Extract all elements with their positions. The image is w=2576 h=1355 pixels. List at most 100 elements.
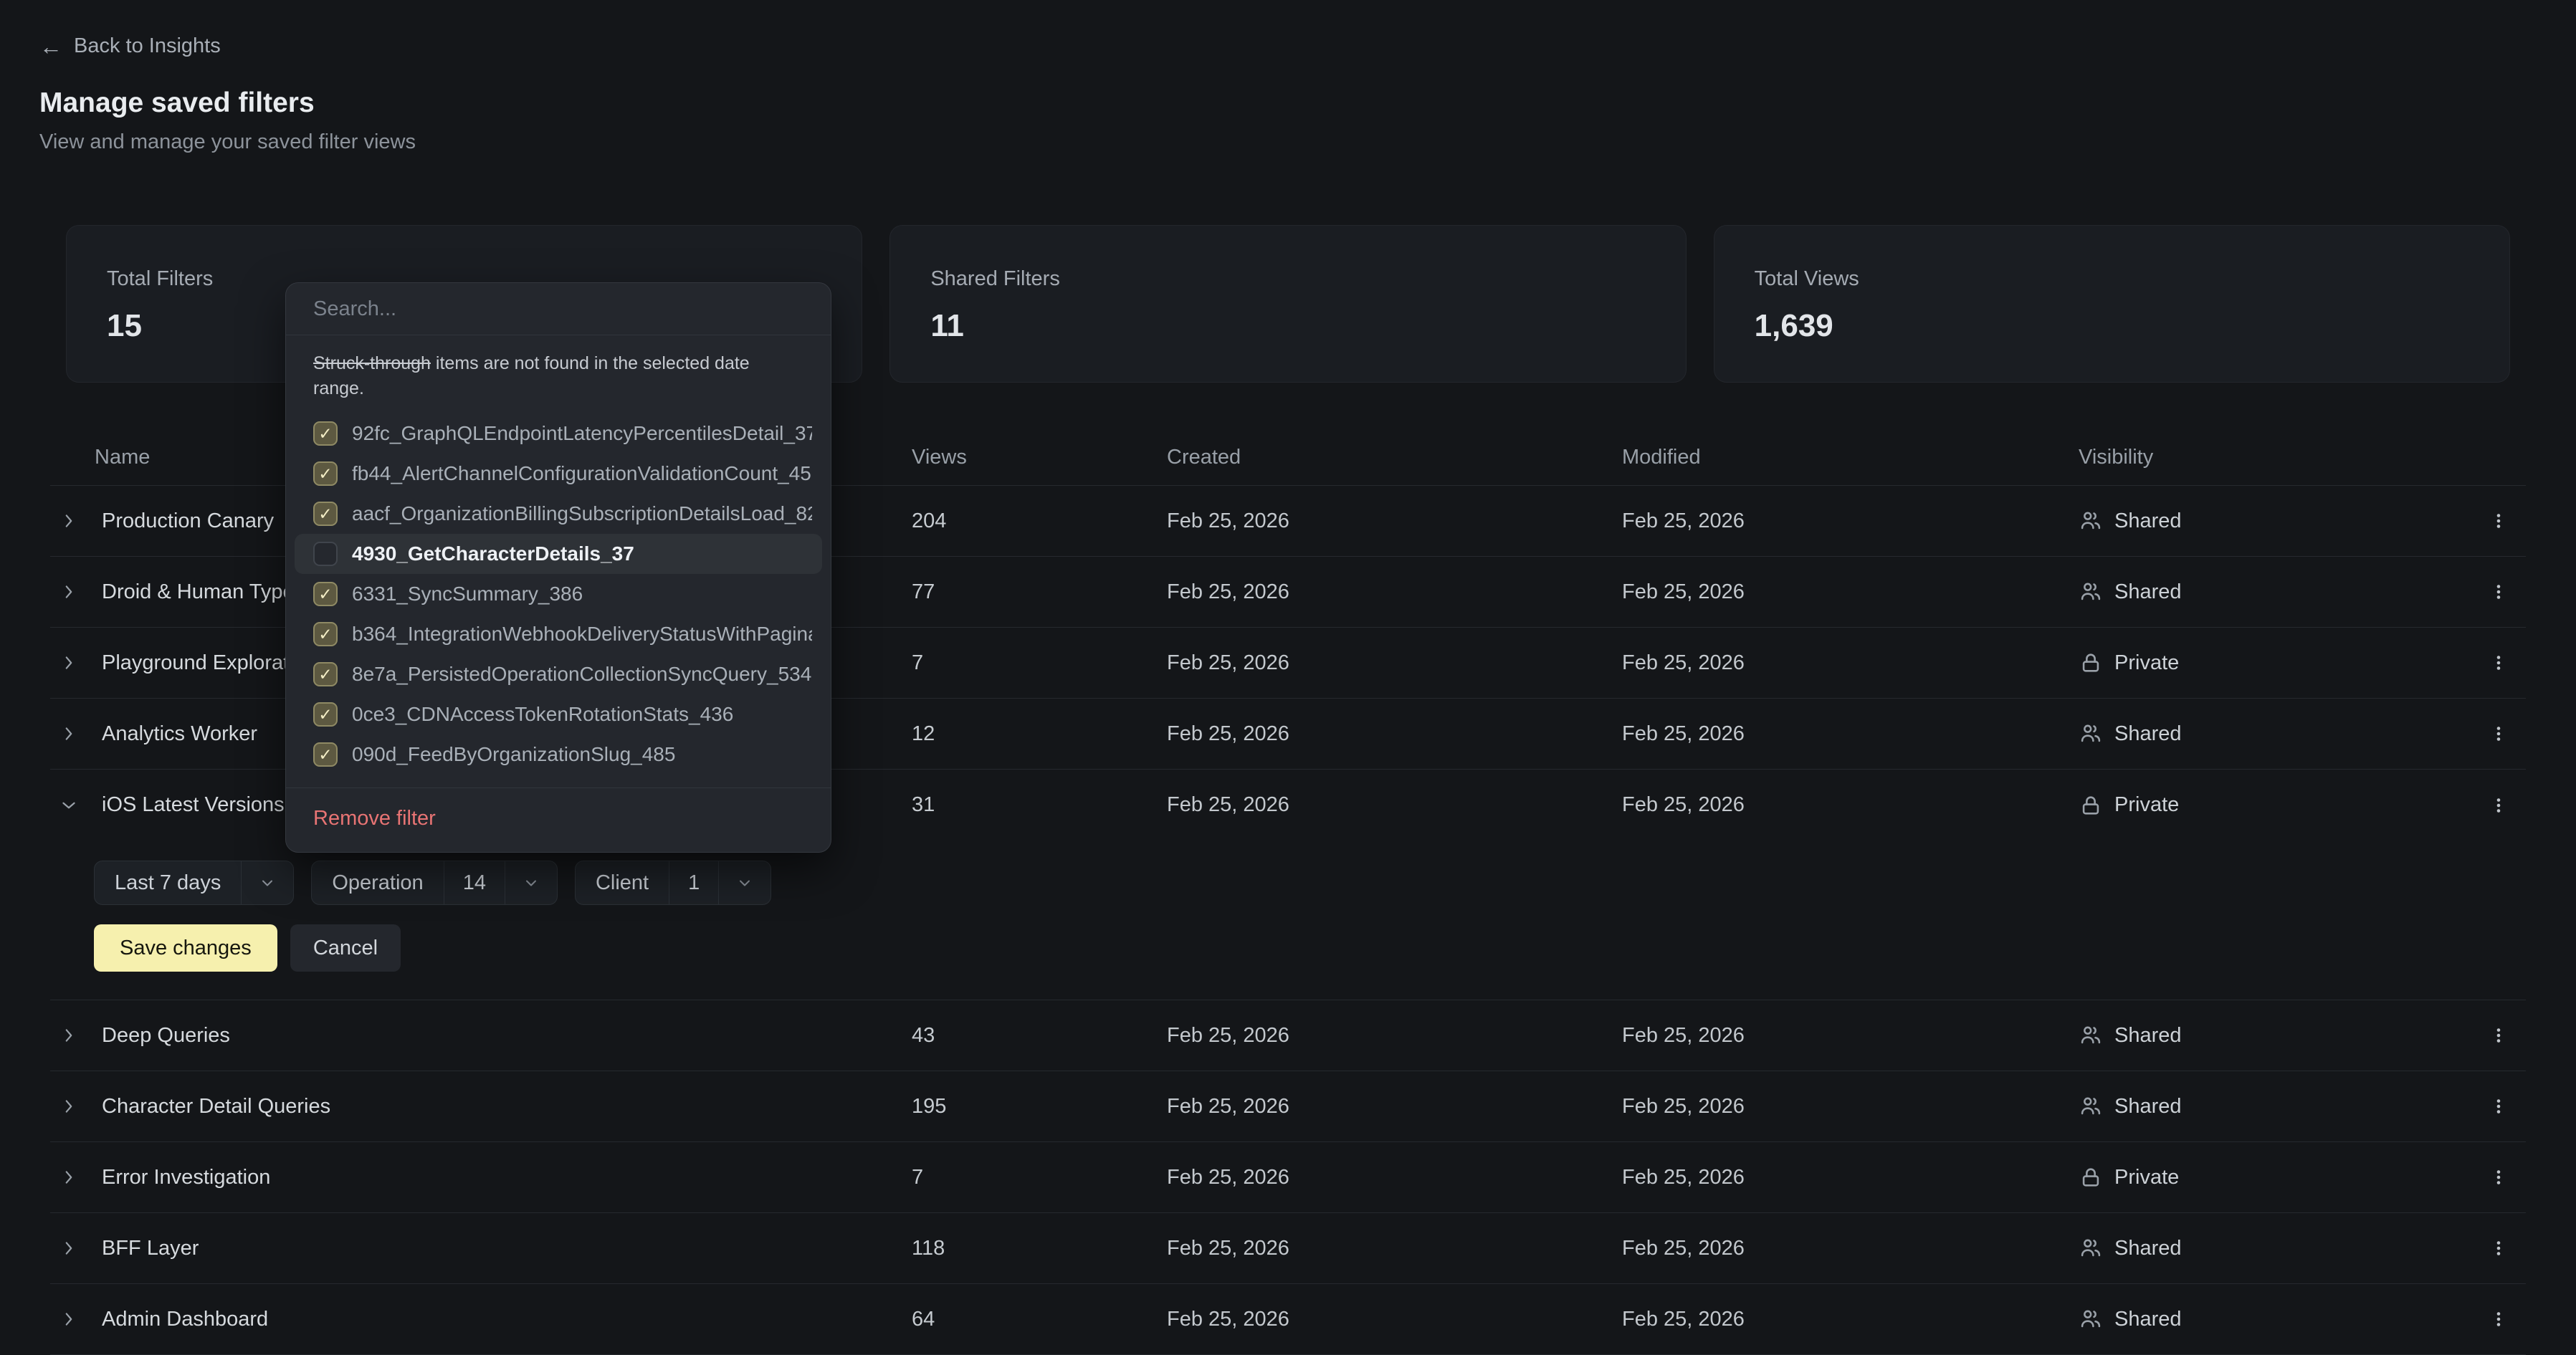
filter-option-row[interactable]: ✓ 4930_GetCharacterDetails_37 <box>295 534 822 574</box>
kebab-icon <box>2490 651 2507 675</box>
row-modified: Feb 25, 2026 <box>1622 1095 2079 1119</box>
page-title: Manage saved filters <box>39 87 315 119</box>
row-menu-button[interactable] <box>2481 501 2516 541</box>
row-name-cell: BFF Layer <box>50 1234 912 1263</box>
row-views: 204 <box>912 509 1167 533</box>
people-icon <box>2079 1023 2103 1048</box>
visibility-label: Shared <box>2114 1237 2182 1260</box>
checkbox-icon[interactable]: ✓ <box>313 702 338 727</box>
row-menu-button[interactable] <box>2481 1086 2516 1126</box>
row-menu-button[interactable] <box>2481 785 2516 825</box>
row-expand-button[interactable] <box>54 648 83 677</box>
row-modified: Feb 25, 2026 <box>1622 722 2079 746</box>
checkbox-icon[interactable]: ✓ <box>313 742 338 767</box>
row-views: 118 <box>912 1237 1167 1260</box>
row-menu-button[interactable] <box>2481 1157 2516 1197</box>
kebab-icon <box>2490 1023 2507 1048</box>
row-created: Feb 25, 2026 <box>1167 793 1622 817</box>
filter-chip-label: Operation <box>312 871 443 895</box>
row-menu-button[interactable] <box>2481 572 2516 612</box>
filter-option-label: b364_IntegrationWebhookDeliveryStatusWit… <box>352 623 812 646</box>
row-expand-button[interactable] <box>54 1021 83 1050</box>
lock-icon <box>2079 1165 2103 1189</box>
row-menu-button[interactable] <box>2481 1228 2516 1268</box>
row-expand-button[interactable] <box>54 1305 83 1334</box>
visibility-label: Private <box>2114 651 2179 675</box>
row-views: 7 <box>912 1166 1167 1189</box>
save-changes-button[interactable]: Save changes <box>94 924 277 972</box>
back-link-label: Back to Insights <box>74 34 221 58</box>
remove-filter-button[interactable]: Remove filter <box>286 788 831 852</box>
filter-option-row[interactable]: ✓ 0ce3_CDNAccessTokenRotationStats_436 <box>295 694 822 734</box>
stat-value: 1,639 <box>1755 308 2469 344</box>
lock-icon <box>2079 793 2103 818</box>
row-expand-button[interactable] <box>54 1234 83 1263</box>
filter-option-row[interactable]: ✓ 92fc_GraphQLEndpointLatencyPercentiles… <box>295 413 822 454</box>
kebab-icon <box>2490 1094 2507 1119</box>
filter-option-label: 4930_GetCharacterDetails_37 <box>352 542 634 565</box>
visibility-label: Private <box>2114 1166 2179 1189</box>
people-icon <box>2079 1236 2103 1260</box>
checkbox-icon[interactable]: ✓ <box>313 622 338 646</box>
filter-chips-row: Last 7 days Operation 14 Client 1 <box>94 861 2526 905</box>
chip-caret <box>719 874 771 891</box>
table-row[interactable]: Deep Queries 43 Feb 25, 2026 Feb 25, 202… <box>50 1000 2526 1071</box>
chevron-down-icon <box>736 874 753 891</box>
filter-option-row[interactable]: ✓ 8e7a_PersistedOperationCollectionSyncQ… <box>295 654 822 694</box>
row-expand-button[interactable] <box>54 1092 83 1121</box>
lock-icon <box>2079 651 2103 675</box>
row-created: Feb 25, 2026 <box>1167 580 1622 604</box>
visibility-label: Shared <box>2114 1024 2182 1048</box>
people-icon <box>2079 509 2103 533</box>
checkbox-icon[interactable]: ✓ <box>313 542 338 566</box>
checkbox-icon[interactable]: ✓ <box>313 421 338 446</box>
row-menu-cell <box>2481 1157 2526 1197</box>
row-name-cell: Error Investigation <box>50 1163 912 1192</box>
filter-option-row[interactable]: ✓ b364_IntegrationWebhookDeliveryStatusW… <box>295 614 822 654</box>
filter-option-row[interactable]: ✓ 090d_FeedByOrganizationSlug_485 <box>295 734 822 775</box>
filter-option-row[interactable]: ✓ fb44_AlertChannelConfigurationValidati… <box>295 454 822 494</box>
table-row[interactable]: Character Detail Queries 195 Feb 25, 202… <box>50 1071 2526 1142</box>
back-to-insights-link[interactable]: ← Back to Insights <box>39 34 221 58</box>
filter-chip[interactable]: Last 7 days <box>94 861 294 905</box>
checkbox-icon[interactable]: ✓ <box>313 502 338 526</box>
filter-option-row[interactable]: ✓ aacf_OrganizationBillingSubscriptionDe… <box>295 494 822 534</box>
row-name-cell: Admin Dashboard <box>50 1305 912 1334</box>
row-expand-button[interactable] <box>54 507 83 535</box>
row-expand-button[interactable] <box>54 578 83 606</box>
table-header-cell: Views <box>912 446 1167 469</box>
popover-note-strike: Struck-through <box>313 353 431 373</box>
row-created: Feb 25, 2026 <box>1167 722 1622 746</box>
row-menu-button[interactable] <box>2481 1015 2516 1055</box>
cancel-button[interactable]: Cancel <box>290 924 401 972</box>
page-subtitle: View and manage your saved filter views <box>39 130 416 154</box>
filter-chip[interactable]: Client 1 <box>575 861 771 905</box>
table-row[interactable]: Error Investigation 7 Feb 25, 2026 Feb 2… <box>50 1142 2526 1213</box>
table-row[interactable]: BFF Layer 118 Feb 25, 2026 Feb 25, 2026 … <box>50 1213 2526 1284</box>
row-created: Feb 25, 2026 <box>1167 509 1622 533</box>
filter-option-row[interactable]: ✓ 6331_SyncSummary_386 <box>295 574 822 614</box>
filter-chip-value-wrap: 1 <box>669 861 718 904</box>
checkbox-icon[interactable]: ✓ <box>313 582 338 606</box>
row-menu-button[interactable] <box>2481 1299 2516 1339</box>
visibility-label: Private <box>2114 793 2179 817</box>
row-menu-button[interactable] <box>2481 714 2516 754</box>
row-menu-button[interactable] <box>2481 643 2516 683</box>
filter-option-label: 92fc_GraphQLEndpointLatencyPercentilesDe… <box>352 422 812 445</box>
stat-value: 11 <box>930 308 1645 344</box>
row-expand-button[interactable] <box>54 719 83 748</box>
checkbox-icon[interactable]: ✓ <box>313 662 338 686</box>
row-expand-button[interactable] <box>54 791 83 820</box>
row-name: Admin Dashboard <box>102 1308 268 1331</box>
row-expand-button[interactable] <box>54 1163 83 1192</box>
stat-card: Shared Filters 11 <box>889 225 1686 383</box>
row-menu-cell <box>2481 1228 2526 1268</box>
checkbox-icon[interactable]: ✓ <box>313 461 338 486</box>
chevron-right-icon <box>59 1097 78 1116</box>
table-row[interactable]: Admin Dashboard 64 Feb 25, 2026 Feb 25, … <box>50 1284 2526 1355</box>
row-modified: Feb 25, 2026 <box>1622 1308 2079 1331</box>
visibility-badge: Shared <box>2079 509 2451 533</box>
filter-chip[interactable]: Operation 14 <box>311 861 558 905</box>
search-input[interactable] <box>286 283 831 335</box>
popover-search <box>286 283 831 335</box>
